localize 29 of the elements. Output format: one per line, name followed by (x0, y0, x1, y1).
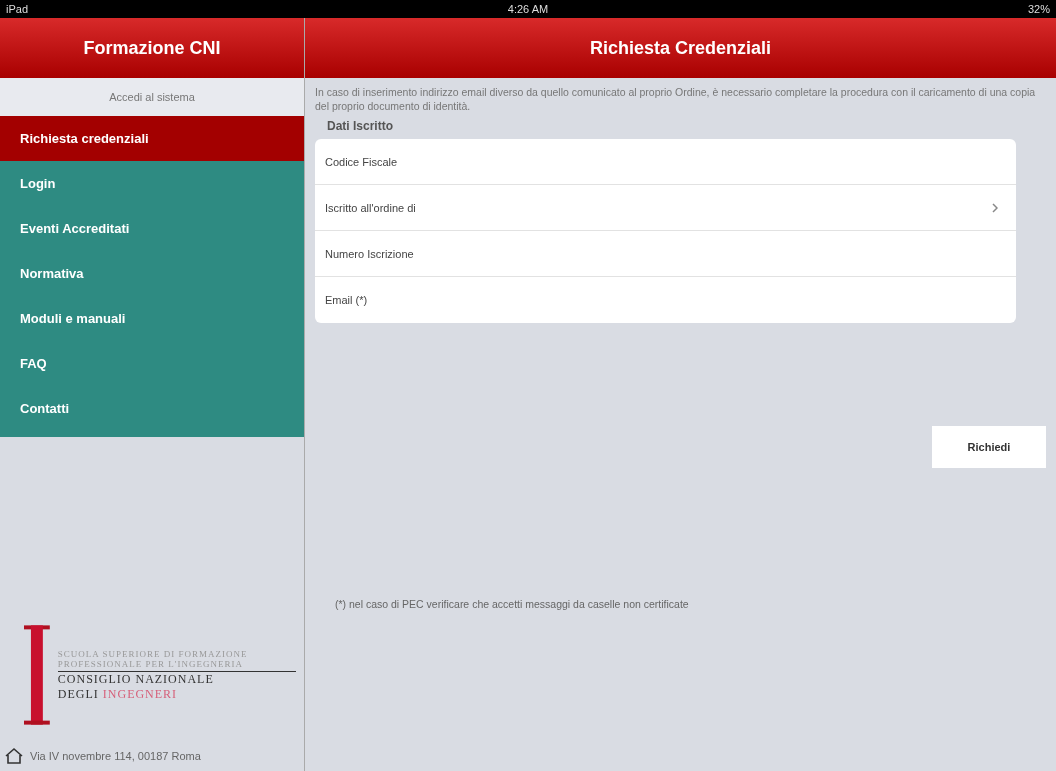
menu-item[interactable]: Normativa (0, 251, 304, 296)
menu-item[interactable]: Richiesta credenziali (0, 116, 304, 161)
battery-level: 32% (1027, 3, 1050, 15)
page-title: Richiesta Credenziali (589, 37, 772, 59)
section-heading: Dati Iscritto (326, 118, 394, 136)
logo-ingegneri-text: INGEGNERI (102, 686, 178, 701)
footnote-text: (*) nel caso di PEC verificare che accetti messaggi da caselle non certificate (334, 598, 690, 611)
logo-degli-text: DEGLI (57, 686, 99, 701)
logo-school-text: SCUOLA SUPERIORE DI FORMAZIONE PROFESSIONALE PER L'INGEGNERIA (57, 648, 296, 672)
menu-item[interactable]: FAQ (0, 341, 304, 386)
request-button[interactable]: Richiedi (932, 426, 1046, 469)
input-field[interactable]: Email (*) (315, 277, 1016, 324)
picker-field[interactable]: Iscritto all'ordine di (315, 185, 1016, 232)
input-field[interactable]: Numero Iscrizione (315, 231, 1016, 278)
chevron-icon (992, 202, 998, 213)
logo-council-text: CONSIGLIO NAZIONALE (57, 671, 215, 687)
address-text: Via IV novembre 114, 00187 Roma (30, 750, 201, 762)
input-field[interactable]: Codice Fiscale (315, 139, 1016, 186)
intro-paragraph: In caso di inserimento indirizzo email diverso da quello comunicato al proprio Ordine, è necessario completare la procedura con il caricamento di una copia del proprio documento di identità. (315, 86, 1037, 114)
sidebar-title: Formazione CNI (83, 37, 221, 59)
home-icon (4, 747, 24, 765)
menu-item[interactable]: Login (0, 161, 304, 206)
sidebar-subtitle: Accedi al sistema (0, 78, 304, 116)
logo-mark-icon (24, 625, 50, 725)
device-name: iPad (6, 3, 29, 15)
menu-item[interactable]: Moduli e manuali (0, 296, 304, 341)
menu-item[interactable]: Eventi Accreditati (0, 206, 304, 251)
menu-item[interactable]: Contatti (0, 386, 304, 431)
clock: 4:26 AM (507, 3, 549, 15)
